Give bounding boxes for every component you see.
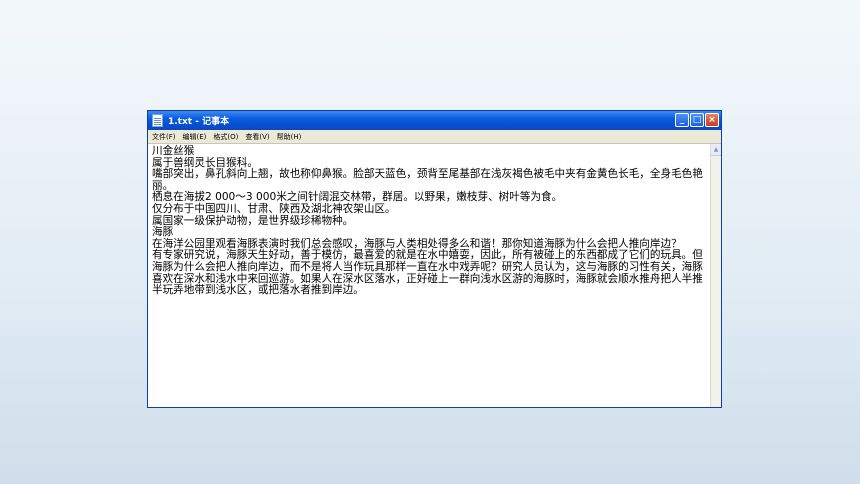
scroll-up-arrow-icon[interactable]: ▲ bbox=[711, 144, 721, 156]
menu-bar: 文件(F) 编辑(E) 格式(O) 查看(V) 帮助(H) bbox=[148, 130, 721, 144]
menu-file[interactable]: 文件(F) bbox=[152, 132, 176, 142]
notepad-icon[interactable] bbox=[152, 114, 163, 127]
text-editor[interactable]: 川金丝猴 属于兽纲灵长目猴科。 嘴部突出，鼻孔斜向上翘，故也称仰鼻猴。脸部天蓝色… bbox=[148, 144, 710, 407]
maximize-button[interactable]: □ bbox=[690, 113, 704, 127]
text-line: 属国家一级保护动物，是世界级珍稀物种。 bbox=[152, 214, 354, 227]
minimize-button[interactable]: _ bbox=[675, 113, 689, 127]
text-line: 嘴部突出，鼻孔斜向上翘，故也称仰鼻猴。脸部天蓝色，颈背至尾基部在浅灰褐色被毛中夹… bbox=[152, 168, 703, 192]
text-line: 海豚 bbox=[152, 226, 174, 239]
menu-view[interactable]: 查看(V) bbox=[245, 132, 269, 142]
window-controls: _ □ × bbox=[675, 113, 719, 127]
menu-edit[interactable]: 编辑(E) bbox=[183, 132, 207, 142]
vertical-scrollbar[interactable]: ▲ bbox=[710, 144, 721, 407]
close-button[interactable]: × bbox=[705, 113, 719, 127]
menu-format[interactable]: 格式(O) bbox=[213, 132, 238, 142]
text-line: 川金丝猴 bbox=[152, 145, 195, 157]
window-title: 1.txt - 记事本 bbox=[168, 117, 230, 127]
text-line: 有专家研究说，海豚天生好动，善于模仿，最喜爱的就是在水中嬉耍，因此，所有被碰上的… bbox=[152, 249, 703, 297]
notepad-window: 1.txt - 记事本 _ □ × 文件(F) 编辑(E) 格式(O) 查看(V… bbox=[147, 110, 722, 408]
title-bar[interactable]: 1.txt - 记事本 _ □ × bbox=[148, 111, 721, 130]
text-line: 仅分布于中国四川、甘肃、陕西及湖北神农架山区。 bbox=[152, 202, 396, 215]
menu-help[interactable]: 帮助(H) bbox=[277, 132, 302, 142]
